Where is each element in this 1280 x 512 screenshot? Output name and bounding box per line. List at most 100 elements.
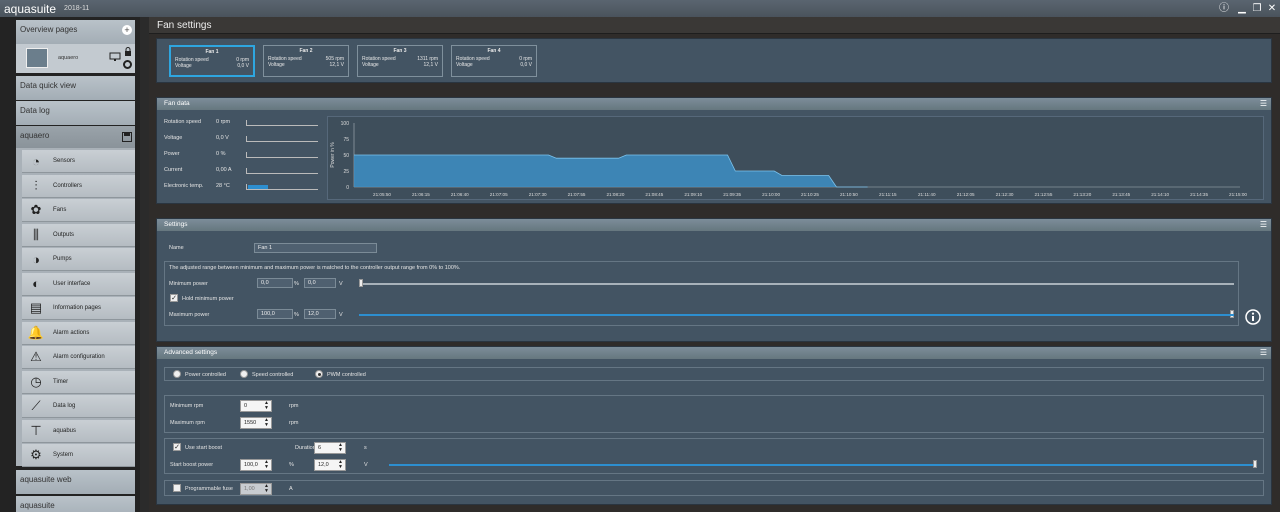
v-unit: V xyxy=(339,312,343,318)
min-power-slider[interactable] xyxy=(359,283,1234,285)
min-power-v-input[interactable]: 0,0 xyxy=(304,278,336,288)
sidebar-item-timer[interactable]: ◷ Timer xyxy=(22,370,135,394)
boost-slider-thumb[interactable] xyxy=(1253,460,1257,468)
aquaero-section-label: aquaero xyxy=(20,131,50,140)
fan-card-name: Fan 1 xyxy=(205,49,219,55)
hold-min-checkbox[interactable]: ✓ xyxy=(170,294,178,302)
fan-data-label: Power xyxy=(164,151,180,157)
gear-icon: ⚙ xyxy=(30,447,42,462)
spinner-arrows-icon[interactable]: ▲ ▼ xyxy=(338,460,343,470)
save-icon[interactable] xyxy=(122,132,132,142)
max-rpm-spinner[interactable]: 1550 ▲ ▼ xyxy=(240,417,272,429)
data-quick-view-header[interactable]: Data quick view xyxy=(16,76,135,100)
duration-spinner[interactable]: 6 ▲ ▼ xyxy=(314,442,346,454)
name-input[interactable]: Fan 1 xyxy=(254,243,377,253)
sidebar-item-information-pages[interactable]: ▤ Information pages xyxy=(22,297,135,320)
chart-line-icon: ⟋ xyxy=(31,398,41,413)
start-boost-checkbox[interactable]: ✓ xyxy=(173,443,181,451)
sidebar-item-label: Outputs xyxy=(53,231,75,238)
minimize-icon[interactable]: ▁ xyxy=(1235,2,1249,15)
sidebar-item-label: Timer xyxy=(53,378,69,385)
sidebar-item-aquabus[interactable]: ⊤ aquabus xyxy=(22,419,135,443)
x-tick-label: 21:06:40 xyxy=(451,192,469,197)
y-tick-label: 50 xyxy=(343,153,349,159)
alarm-icon: 🔔 xyxy=(27,324,45,340)
sidebar-item-data-log[interactable]: ⟋ Data log xyxy=(22,395,135,418)
info-icon[interactable] xyxy=(1245,309,1261,325)
sidebar-item-label: Fans xyxy=(53,207,67,213)
spinner-arrows-icon[interactable]: ▲ ▼ xyxy=(264,460,269,470)
menu-icon[interactable]: ☰ xyxy=(1260,220,1267,229)
sidebar-item-alarm-configuration[interactable]: ⚠ Alarm configuration xyxy=(22,346,135,369)
aquasuite-header[interactable]: aquasuite xyxy=(16,496,135,512)
overview-page-item[interactable]: aquaero xyxy=(16,44,135,73)
fan-data-bar xyxy=(246,168,318,174)
mode-radio-speed[interactable] xyxy=(240,370,248,378)
fan-card-4[interactable]: Fan 4 Rotation speed 0 rpm Voltage 0,0 V xyxy=(451,45,537,77)
spinner-arrows-icon[interactable]: ▲ ▼ xyxy=(264,418,269,428)
sidebar-item-outputs[interactable]: ⫼ Outputs xyxy=(22,223,135,247)
fan-card-3[interactable]: Fan 3 Rotation speed 1311 rpm Voltage 12,1 V xyxy=(357,45,443,77)
sidebar-item-alarm-actions[interactable]: 🔔 Alarm actions xyxy=(22,321,135,345)
boost-power-label: Start boost power xyxy=(170,462,214,468)
fan-voltage-label: Voltage xyxy=(456,62,473,68)
restore-icon[interactable]: ❐ xyxy=(1250,2,1264,15)
mode-label-power: Power controlled xyxy=(185,372,226,378)
fuse-spinner[interactable]: 1,00 ▲ ▼ xyxy=(240,483,272,495)
min-rpm-value: 0 xyxy=(244,403,248,409)
gear-icon[interactable] xyxy=(122,59,133,70)
fan-card-2[interactable]: Fan 2 Rotation speed 505 rpm Voltage 12,1 V xyxy=(263,45,349,77)
spinner-arrows-icon[interactable]: ▲ ▼ xyxy=(264,484,269,494)
min-rpm-label: Minimum rpm xyxy=(170,403,204,409)
sidebar-item-pumps[interactable]: ◑ Pumps xyxy=(22,248,135,271)
sidebar-item-controllers[interactable]: ⫶ Controllers xyxy=(22,174,135,198)
lock-icon[interactable] xyxy=(123,47,133,57)
sidebar-item-sensors[interactable]: ◔ Sensors xyxy=(22,150,135,173)
menu-icon[interactable]: ☰ xyxy=(1260,348,1267,357)
mode-radio-pwm[interactable] xyxy=(315,370,323,378)
fuse-checkbox[interactable] xyxy=(173,484,181,492)
boost-pct-spinner[interactable]: 100,0 ▲ ▼ xyxy=(240,459,272,471)
boost-v-spinner[interactable]: 12,0 ▲ ▼ xyxy=(314,459,346,471)
app-version: 2018-11 xyxy=(64,5,90,12)
monitor-icon[interactable] xyxy=(109,52,121,62)
range-note: The adjusted range between minimum and m… xyxy=(169,265,461,271)
fan-data-label: Electronic temp. xyxy=(164,183,204,189)
fan-data-value: 28 °C xyxy=(216,183,230,189)
timer-icon: ◷ xyxy=(30,373,42,389)
boost-slider[interactable] xyxy=(389,464,1257,466)
fan-data-bar-fill xyxy=(248,185,268,189)
mode-radio-power[interactable] xyxy=(173,370,181,378)
min-rpm-spinner[interactable]: 0 ▲ ▼ xyxy=(240,400,272,412)
aquaero-section-header[interactable]: aquaero xyxy=(16,126,135,148)
sidebar-item-label: User interface xyxy=(53,280,91,287)
max-power-slider[interactable] xyxy=(359,314,1234,316)
aquasuite-web-header[interactable]: aquasuite web xyxy=(16,470,135,494)
mode-label-pwm: PWM controlled xyxy=(327,372,366,378)
max-power-v-input[interactable]: 12,0 xyxy=(304,309,336,319)
fan-voltage-label: Voltage xyxy=(268,62,285,68)
rpm-unit: rpm xyxy=(289,403,299,409)
close-icon[interactable]: ✕ xyxy=(1265,2,1279,15)
overview-pages-header[interactable]: Overview pages + xyxy=(16,20,135,44)
add-icon[interactable]: + xyxy=(122,25,132,35)
max-power-label: Maximum power xyxy=(169,312,210,318)
data-log-header[interactable]: Data log xyxy=(16,101,135,125)
sidebar-item-fans[interactable]: ✿ Fans xyxy=(22,199,135,222)
data-log-label: Data log xyxy=(20,106,50,115)
sidebar-item-user-interface[interactable]: ◐ User interface xyxy=(22,272,135,296)
sidebar-item-label: Sensors xyxy=(53,158,76,164)
spinner-arrows-icon[interactable]: ▲ ▼ xyxy=(338,443,343,453)
fan-card-1[interactable]: Fan 1 Rotation speed 0 rpm Voltage 0,0 V xyxy=(169,45,255,77)
overview-pages-label: Overview pages xyxy=(20,25,78,34)
spinner-arrows-icon[interactable]: ▲ ▼ xyxy=(264,401,269,411)
min-power-pct-input[interactable]: 0,0 xyxy=(257,278,293,288)
min-power-slider-thumb[interactable] xyxy=(359,279,363,287)
max-power-pct-input[interactable]: 100,0 xyxy=(257,309,293,319)
info-icon[interactable]: ⓘ xyxy=(1217,2,1231,15)
pump-icon: ◑ xyxy=(32,251,40,267)
y-tick-label: 75 xyxy=(343,137,349,143)
x-tick-label: 21:13:45 xyxy=(1112,192,1130,197)
menu-icon[interactable]: ☰ xyxy=(1260,99,1267,108)
sidebar-item-system[interactable]: ⚙ System xyxy=(22,444,135,467)
